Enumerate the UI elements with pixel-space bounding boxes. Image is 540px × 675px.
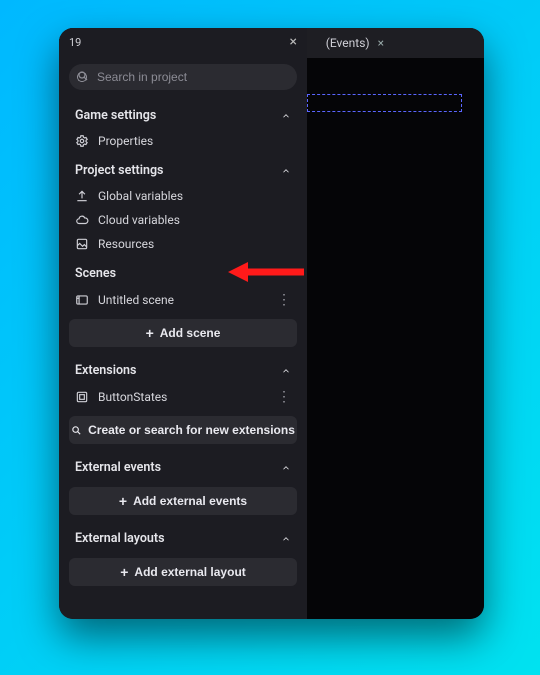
panel-title: 19: [69, 36, 81, 49]
button-label: Add scene: [160, 326, 221, 340]
add-external-events-button[interactable]: + Add external events: [69, 487, 297, 515]
button-label: Add external layout: [134, 565, 245, 579]
row-cloud-variables[interactable]: Cloud variables: [59, 208, 307, 232]
chevron-up-icon: [281, 269, 291, 279]
row-global-variables[interactable]: Global variables: [59, 184, 307, 208]
row-label: Resources: [98, 237, 154, 251]
plus-icon: +: [146, 326, 154, 340]
section-extensions[interactable]: Extensions: [59, 353, 307, 384]
row-label: Global variables: [98, 189, 183, 203]
cloud-icon: [75, 213, 89, 227]
section-label: External layouts: [75, 531, 165, 546]
panel-content: Game settings Properties Project setting…: [59, 94, 307, 619]
search-wrap: [59, 56, 307, 94]
row-label: ButtonStates: [98, 390, 167, 404]
scene-icon: [75, 293, 89, 307]
tab-label: (Events): [326, 36, 370, 50]
button-label: Add external events: [133, 494, 247, 508]
plus-icon: +: [119, 494, 127, 508]
row-extension[interactable]: ButtonStates ⋮: [59, 384, 307, 410]
section-label: Project settings: [75, 163, 163, 178]
button-label: Create or search for new extensions: [88, 423, 295, 437]
selection-marquee: [307, 94, 462, 112]
row-label: Untitled scene: [98, 293, 174, 307]
row-properties[interactable]: Properties: [59, 129, 307, 153]
section-scenes[interactable]: Scenes: [59, 256, 307, 287]
section-external-layouts[interactable]: External layouts: [59, 521, 307, 552]
plus-icon: +: [120, 565, 128, 579]
chevron-up-icon: [281, 111, 291, 121]
row-label: Cloud variables: [98, 213, 180, 227]
chevron-up-icon: [281, 534, 291, 544]
chevron-up-icon: [281, 166, 291, 176]
chevron-up-icon: [281, 366, 291, 376]
app-window: (Events) × 19 × Game settings Properties: [59, 28, 484, 619]
section-game-settings[interactable]: Game settings: [59, 98, 307, 129]
more-icon[interactable]: ⋮: [277, 389, 291, 405]
editor-area: [307, 58, 484, 619]
close-icon[interactable]: ×: [290, 34, 297, 50]
resources-icon: [75, 237, 89, 251]
tab-events[interactable]: (Events) ×: [316, 32, 394, 54]
section-label: External events: [75, 460, 161, 475]
section-label: Game settings: [75, 108, 156, 123]
row-resources[interactable]: Resources: [59, 232, 307, 256]
section-label: Extensions: [75, 363, 136, 378]
section-external-events[interactable]: External events: [59, 450, 307, 481]
add-scene-button[interactable]: + Add scene: [69, 319, 297, 347]
extension-icon: [75, 390, 89, 404]
add-external-layout-button[interactable]: + Add external layout: [69, 558, 297, 586]
project-panel: 19 × Game settings Properties Project se…: [59, 28, 307, 619]
section-project-settings[interactable]: Project settings: [59, 153, 307, 184]
section-label: Scenes: [75, 266, 116, 281]
more-icon[interactable]: ⋮: [277, 292, 291, 308]
close-icon[interactable]: ×: [378, 36, 384, 50]
chevron-up-icon: [281, 463, 291, 473]
panel-header: 19 ×: [59, 28, 307, 56]
search-input[interactable]: [69, 64, 297, 90]
row-scene[interactable]: Untitled scene ⋮: [59, 287, 307, 313]
search-extensions-button[interactable]: Create or search for new extensions: [69, 416, 297, 444]
upload-icon: [75, 189, 89, 203]
row-label: Properties: [98, 134, 153, 148]
search-icon: [71, 425, 82, 436]
gear-icon: [75, 134, 89, 148]
